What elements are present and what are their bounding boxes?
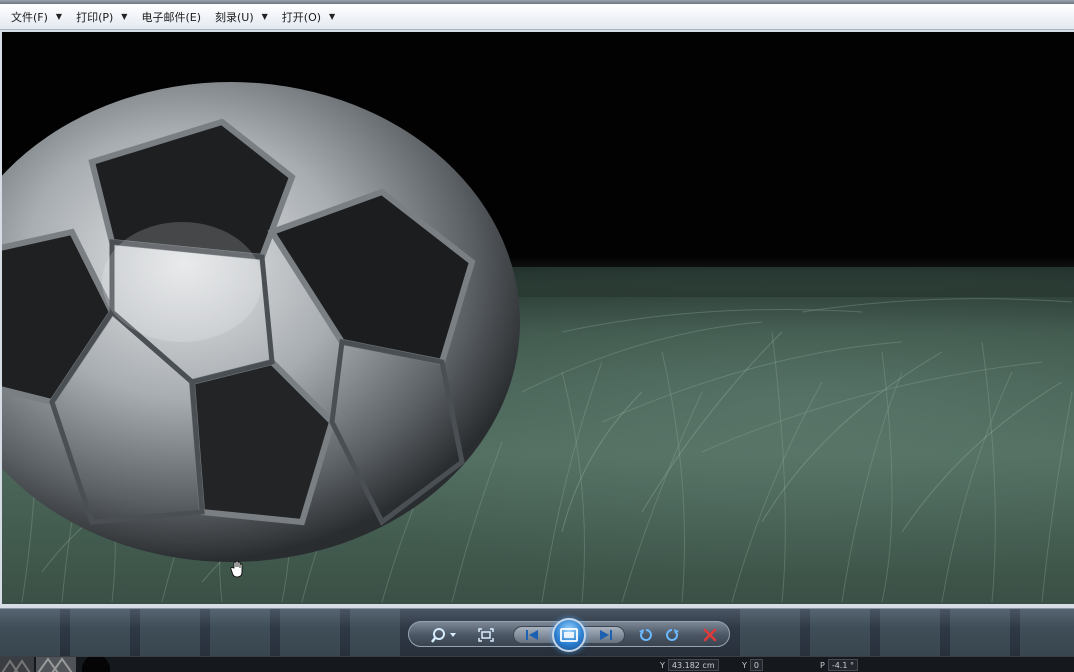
menu-open[interactable]: 打开(O) ▼ [275,6,342,28]
y2-position-value[interactable]: 0 [749,659,763,671]
y-position-value[interactable]: 43.182 cm [667,659,719,671]
menu-burn-label: 刻录(U) [215,10,254,24]
slideshow-icon [560,628,578,642]
chevron-down-icon: ▼ [55,12,63,21]
y-position-label: Y [660,660,665,670]
previous-icon [526,630,538,640]
y-position-field: Y 43.182 cm [660,659,719,671]
rotate-right-icon [666,629,679,641]
slideshow-button[interactable] [552,618,586,652]
menu-open-label: 打开(O) [281,10,322,24]
photo-canvas[interactable] [2,32,1074,604]
playback-controls [408,618,730,652]
hand-cursor-icon [230,560,243,578]
background-reflection [0,609,400,657]
chevron-down-icon: ▼ [329,12,336,21]
image-viewer [0,30,1074,608]
pitch-field: P -4.1 ° [820,659,858,671]
rotate-right-button[interactable] [661,625,683,645]
next-button[interactable] [595,625,617,645]
status-strip: Y 43.182 cm Y 0 P -4.1 ° [0,656,1074,672]
menu-burn[interactable]: 刻录(U) ▼ [208,6,275,28]
menu-print[interactable]: 打印(P) ▼ [69,6,134,28]
menu-email[interactable]: 电子邮件(E) [134,6,208,28]
menu-email-label: 电子邮件(E) [141,10,201,24]
chevron-down-icon: ▼ [121,12,128,21]
previous-button[interactable] [521,625,543,645]
rotate-left-icon [639,629,652,641]
pitch-label: P [820,660,825,670]
rotate-left-button[interactable] [635,625,657,645]
menu-print-label: 打印(P) [76,10,114,24]
background-reflection [740,609,1074,657]
fit-window-button[interactable] [475,625,497,645]
delete-button[interactable] [699,625,721,645]
menu-file[interactable]: 文件(F) ▼ [4,6,69,28]
menu-file-label: 文件(F) [11,10,48,24]
y2-position-label: Y [742,660,747,670]
y2-position-field: Y 0 [742,659,763,671]
delete-icon [703,628,717,642]
fit-window-icon [478,628,494,642]
thumbnail-strip [0,657,110,672]
zoom-button[interactable] [429,625,459,645]
pitch-value[interactable]: -4.1 ° [827,659,858,671]
next-icon [600,630,612,640]
zoom-icon [431,628,456,643]
menu-bar: 文件(F) ▼ 打印(P) ▼ 电子邮件(E) 刻录(U) ▼ 打开(O) ▼ [0,4,1074,30]
bottom-toolbar [0,608,1074,657]
soccer-ball [2,82,520,562]
chevron-down-icon: ▼ [261,12,268,21]
